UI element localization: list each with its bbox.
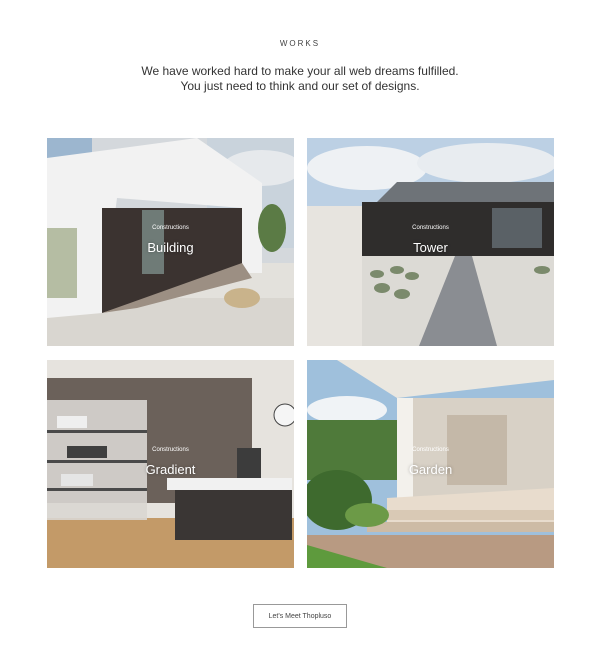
card-title: Gradient (145, 462, 196, 477)
lets-meet-button[interactable]: Let's Meet Thopluso (253, 604, 347, 628)
portfolio-card-tower[interactable]: Constructions Tower (307, 138, 554, 346)
card-category: Constructions (152, 447, 189, 453)
portfolio-card-garden[interactable]: Constructions Garden (307, 360, 554, 568)
card-title: Garden (408, 462, 453, 477)
card-title: Tower (413, 240, 448, 255)
portfolio-grid: Constructions Building Constructions Tow… (47, 138, 554, 568)
card-title: Building (147, 240, 194, 255)
portfolio-card-building[interactable]: Constructions Building (47, 138, 294, 346)
section-label: WORKS (279, 39, 321, 48)
intro-line-1: We have worked hard to make your all web… (141, 64, 459, 78)
intro-line-2: You just need to think and our set of de… (180, 79, 420, 93)
section-intro: We have worked hard to make your all web… (0, 64, 600, 94)
card-category: Constructions (412, 447, 449, 453)
card-category: Constructions (152, 225, 189, 231)
card-category: Constructions (412, 225, 449, 231)
portfolio-card-gradient[interactable]: Constructions Gradient (47, 360, 294, 568)
